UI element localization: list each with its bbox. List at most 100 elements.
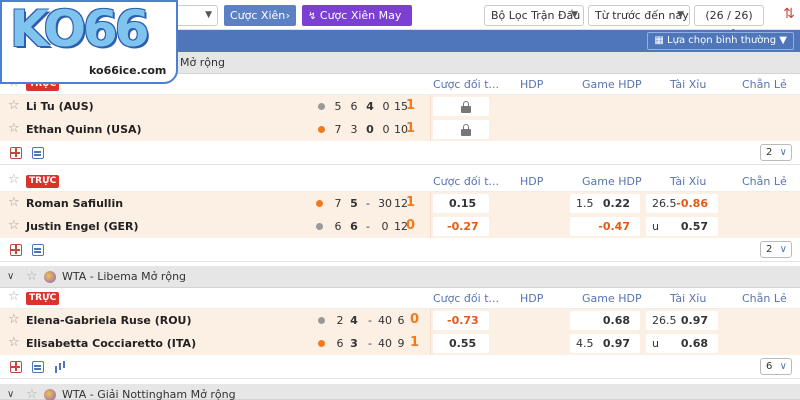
star-icon[interactable]: ☆ (8, 312, 20, 327)
lock-icon (461, 101, 471, 113)
chevron-right-icon: › (285, 9, 290, 22)
tennis-ball-icon (44, 389, 56, 400)
lightning-icon: ↯ (308, 11, 317, 22)
over-under-odds[interactable]: u 0.68 (646, 334, 718, 353)
set-score: - (366, 220, 370, 233)
tennis-ball-icon (44, 271, 56, 283)
over-under-odds[interactable]: u 0.57 (646, 217, 718, 236)
total-line: 26.5 (652, 197, 677, 210)
list-icon[interactable] (32, 244, 44, 256)
chevron-down-icon: ▼ (779, 35, 787, 46)
game-score: 30 (378, 197, 392, 210)
game-score: 0 (382, 100, 390, 113)
star-icon[interactable]: ☆ (26, 384, 38, 400)
match-rows: ☆ Roman Safiullin 7 5 - 30 12 1 0.15 1.5… (0, 192, 800, 238)
game-hdp-odds[interactable]: 0.68 (570, 311, 640, 330)
serve-indicator (318, 103, 325, 110)
odds-value: -0.73 (447, 314, 479, 327)
sort-select[interactable]: ▦ Lựa chọn bình thường ▼ (647, 32, 794, 50)
match-rows: ☆ Elena-Gabriela Ruse (ROU) 2 4 - 40 6 0… (0, 309, 800, 355)
over-under-odds[interactable]: 26.5 -0.86 (646, 194, 718, 213)
star-icon[interactable]: ☆ (26, 266, 38, 288)
col-game-hdp: Game HDP (582, 292, 642, 305)
court-icon[interactable] (10, 147, 22, 159)
divider (430, 192, 431, 238)
col-hdp: HDP (520, 292, 544, 305)
player-row: ☆ Ethan Quinn (USA) 7 3 0 0 10 1 (0, 118, 800, 141)
game-hdp-odds[interactable]: 4.5 0.97 (570, 334, 640, 353)
col-over-under: Tài Xỉu (670, 292, 707, 305)
sort-arrows-icon[interactable]: ⇅ (782, 7, 796, 21)
more-bets-button[interactable]: 2 ∨ (760, 241, 792, 258)
tournament-count[interactable]: (26 / 26) Giải (694, 5, 764, 41)
league-header[interactable]: ∨ ☆ WTA - Giải Nottingham Mở rộng (0, 384, 800, 400)
moneyline-odds[interactable]: 0.55 (433, 334, 489, 353)
match-filter-label: Bộ Lọc Trận Đấu (491, 9, 581, 22)
player-name: Elisabetta Cocciaretto (ITA) (26, 337, 197, 350)
chevron-down-icon: ▼ (677, 10, 684, 20)
more-bets-button[interactable]: 2 ∨ (760, 144, 792, 161)
col-hdp: HDP (520, 175, 544, 188)
star-icon[interactable]: ☆ (8, 195, 20, 210)
odds-value: 0.68 (602, 314, 630, 327)
court-icon[interactable] (10, 361, 22, 373)
set-score: 6 (334, 220, 342, 233)
more-bets-button[interactable]: 6 ∨ (760, 358, 792, 375)
over-under-odds[interactable]: 26.5 0.97 (646, 311, 718, 330)
moneyline-odds[interactable]: -0.27 (433, 217, 489, 236)
brand-logo: KO66 ko66ice.com (0, 0, 178, 84)
point-score: 9 (397, 337, 405, 350)
more-bets-count: 6 (766, 361, 773, 372)
game-hdp-odds[interactable]: 1.5 0.22 (570, 194, 640, 213)
lucky-parlay-button[interactable]: ↯ Cược Xiên May Mắn (302, 5, 412, 44)
game-hdp-odds[interactable]: -0.47 (570, 217, 640, 236)
col-odd-even: Chẵn Lẻ (742, 175, 787, 188)
total-line: u (652, 337, 659, 350)
col-over-under: Tài Xỉu (670, 78, 707, 91)
star-icon[interactable]: ☆ (8, 98, 20, 113)
player-name: Roman Safiullin (26, 197, 124, 210)
stats-icon[interactable] (54, 361, 66, 373)
odds-cell-locked[interactable] (433, 120, 489, 139)
match-footer: 6 ∨ (0, 355, 800, 379)
player-row: ☆ Roman Safiullin 7 5 - 30 12 1 0.15 1.5… (0, 192, 800, 215)
live-badge: TRỰC (26, 292, 60, 305)
star-icon[interactable]: ☆ (8, 335, 20, 350)
col-moneyline: Cược đối t... (433, 78, 499, 91)
odds-value: 0.15 (449, 197, 477, 210)
set-score: 3 (350, 123, 358, 136)
more-bets-count: 2 (766, 244, 773, 255)
star-icon[interactable]: ☆ (8, 172, 20, 187)
odds-value: 0.57 (680, 220, 708, 233)
player-row: ☆ Elisabetta Cocciaretto (ITA) 6 3 - 40 … (0, 332, 800, 355)
star-icon[interactable]: ☆ (8, 289, 20, 304)
odds-cell-locked[interactable] (433, 97, 489, 116)
list-icon[interactable] (32, 361, 44, 373)
odds-value: 0.55 (449, 337, 477, 350)
list-icon[interactable] (32, 147, 44, 159)
player-row: ☆ Li Tu (AUS) 5 6 4 0 15 1 (0, 95, 800, 118)
league-header[interactable]: ∨ ☆ WTA - Libema Mở rộng (0, 266, 800, 288)
time-filter-select[interactable]: Từ trước đến nay ▼ (588, 5, 690, 26)
chevron-down-icon: ▼ (205, 10, 212, 20)
col-over-under: Tài Xỉu (670, 175, 707, 188)
star-icon[interactable]: ☆ (8, 218, 20, 233)
parlay-button[interactable]: Cược Xiên › (224, 5, 296, 26)
point-indicator: 1 (406, 195, 416, 210)
col-game-hdp: Game HDP (582, 78, 642, 91)
league-name: WTA - Giải Nottingham Mở rộng (62, 388, 236, 400)
moneyline-odds[interactable]: -0.73 (433, 311, 489, 330)
chevron-down-icon: ∨ (779, 361, 787, 372)
chevron-down-icon[interactable]: ∨ (7, 384, 14, 400)
court-icon[interactable] (10, 244, 22, 256)
odds-value: -0.47 (598, 220, 630, 233)
grid-icon: ▦ (654, 35, 664, 46)
chevron-down-icon[interactable]: ∨ (7, 266, 14, 288)
set-score: 5 (334, 100, 342, 113)
match-filter-select[interactable]: Bộ Lọc Trận Đấu ▼ (484, 5, 584, 26)
col-moneyline: Cược đối t... (433, 292, 499, 305)
chevron-down-icon: ∨ (779, 147, 787, 158)
moneyline-odds[interactable]: 0.15 (433, 194, 489, 213)
more-bets-count: 2 (766, 147, 773, 158)
star-icon[interactable]: ☆ (8, 121, 20, 136)
